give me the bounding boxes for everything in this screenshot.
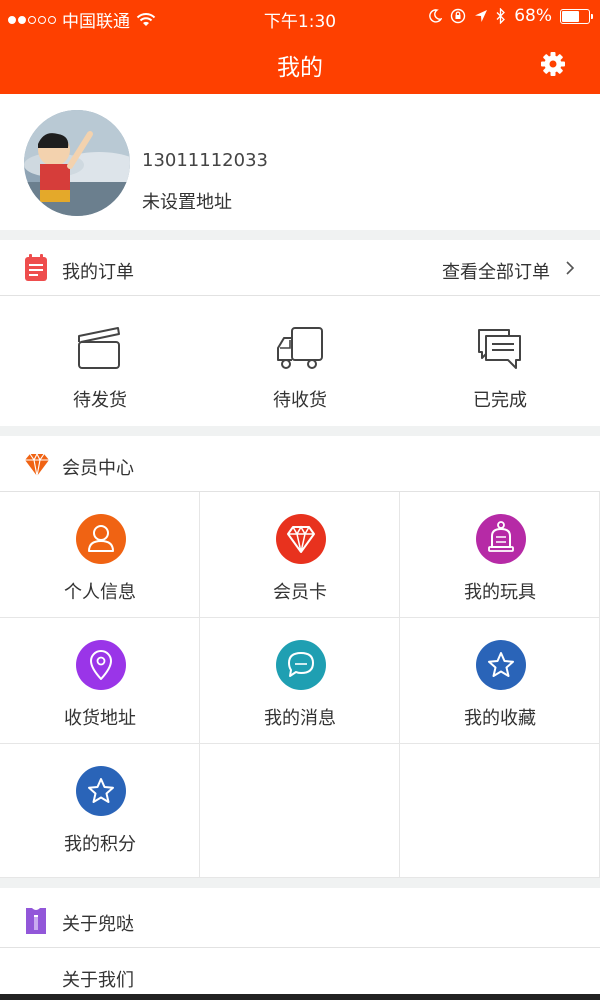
star-icon bbox=[76, 766, 126, 816]
rotation-lock-icon bbox=[451, 8, 466, 24]
status-bar: 中国联通 下午1:30 68% bbox=[0, 0, 600, 34]
location-pin-icon bbox=[76, 640, 126, 690]
view-all-orders-link[interactable]: 查看全部订单 bbox=[442, 258, 550, 284]
member-grid: 个人信息 会员卡 我的玩具 收货地址 我的消息 我的收藏 我的积分 bbox=[0, 492, 600, 878]
member-grid-empty bbox=[400, 744, 600, 878]
page-title: 我的 bbox=[277, 55, 323, 81]
message-icon bbox=[276, 640, 326, 690]
member-item-points[interactable]: 我的积分 bbox=[0, 744, 200, 878]
orders-title: 我的订单 bbox=[62, 262, 134, 283]
person-icon bbox=[76, 514, 126, 564]
member-item-toys[interactable]: 我的玩具 bbox=[400, 492, 600, 618]
truck-icon bbox=[277, 327, 323, 369]
bell-toy-icon bbox=[476, 514, 526, 564]
gear-icon[interactable] bbox=[540, 51, 566, 77]
member-title: 会员中心 bbox=[62, 458, 134, 479]
home-indicator bbox=[0, 994, 600, 1000]
battery-percent: 68% bbox=[514, 6, 552, 26]
chevron-right-icon[interactable] bbox=[564, 260, 576, 276]
moon-icon bbox=[429, 9, 443, 23]
star-icon bbox=[476, 640, 526, 690]
user-phone: 13011112033 bbox=[142, 150, 268, 171]
status-right: 68% bbox=[428, 6, 593, 26]
member-item-label: 会员卡 bbox=[273, 582, 327, 603]
order-item-label: 待发货 bbox=[73, 390, 127, 411]
member-item-favorites[interactable]: 我的收藏 bbox=[400, 618, 600, 744]
about-us-label: 关于我们 bbox=[62, 970, 134, 991]
member-item-label: 我的收藏 bbox=[464, 708, 536, 729]
order-completed[interactable]: 已完成 bbox=[400, 296, 600, 426]
order-list-icon bbox=[25, 254, 47, 281]
order-item-label: 待收货 bbox=[273, 390, 327, 411]
battery-icon bbox=[560, 8, 593, 24]
order-status-row: 待发货 待收货 已完成 bbox=[0, 296, 600, 426]
member-item-messages[interactable]: 我的消息 bbox=[200, 618, 400, 744]
user-address: 未设置地址 bbox=[142, 192, 232, 213]
diamond-icon bbox=[276, 514, 326, 564]
chat-bubbles-icon bbox=[478, 329, 521, 369]
order-pending-receive[interactable]: 待收货 bbox=[200, 296, 400, 426]
about-tag-icon bbox=[26, 908, 46, 934]
order-item-label: 已完成 bbox=[473, 390, 527, 411]
member-item-label: 我的玩具 bbox=[464, 582, 536, 603]
clapperboard-icon bbox=[78, 327, 120, 369]
diamond-icon bbox=[25, 452, 49, 477]
about-title: 关于兜哒 bbox=[62, 914, 134, 935]
order-pending-ship[interactable]: 待发货 bbox=[0, 296, 200, 426]
member-header: 会员中心 bbox=[0, 436, 600, 492]
member-item-label: 个人信息 bbox=[64, 582, 136, 603]
location-arrow-icon bbox=[475, 10, 488, 22]
member-item-label: 我的消息 bbox=[264, 708, 336, 729]
member-grid-empty bbox=[200, 744, 400, 878]
member-item-address[interactable]: 收货地址 bbox=[0, 618, 200, 744]
member-item-card[interactable]: 会员卡 bbox=[200, 492, 400, 618]
profile-card[interactable]: 13011112033 未设置地址 bbox=[0, 94, 600, 230]
orders-header: 我的订单 查看全部订单 bbox=[0, 240, 600, 296]
member-item-label: 收货地址 bbox=[64, 708, 136, 729]
avatar[interactable] bbox=[24, 110, 130, 216]
nav-bar: 我的 bbox=[0, 34, 600, 94]
about-us-row[interactable]: 关于我们 bbox=[0, 948, 600, 1000]
member-item-profile[interactable]: 个人信息 bbox=[0, 492, 200, 618]
about-header: 关于兜哒 bbox=[0, 888, 600, 948]
bluetooth-icon bbox=[496, 8, 506, 24]
member-item-label: 我的积分 bbox=[64, 834, 136, 855]
battery-fill bbox=[562, 10, 579, 22]
